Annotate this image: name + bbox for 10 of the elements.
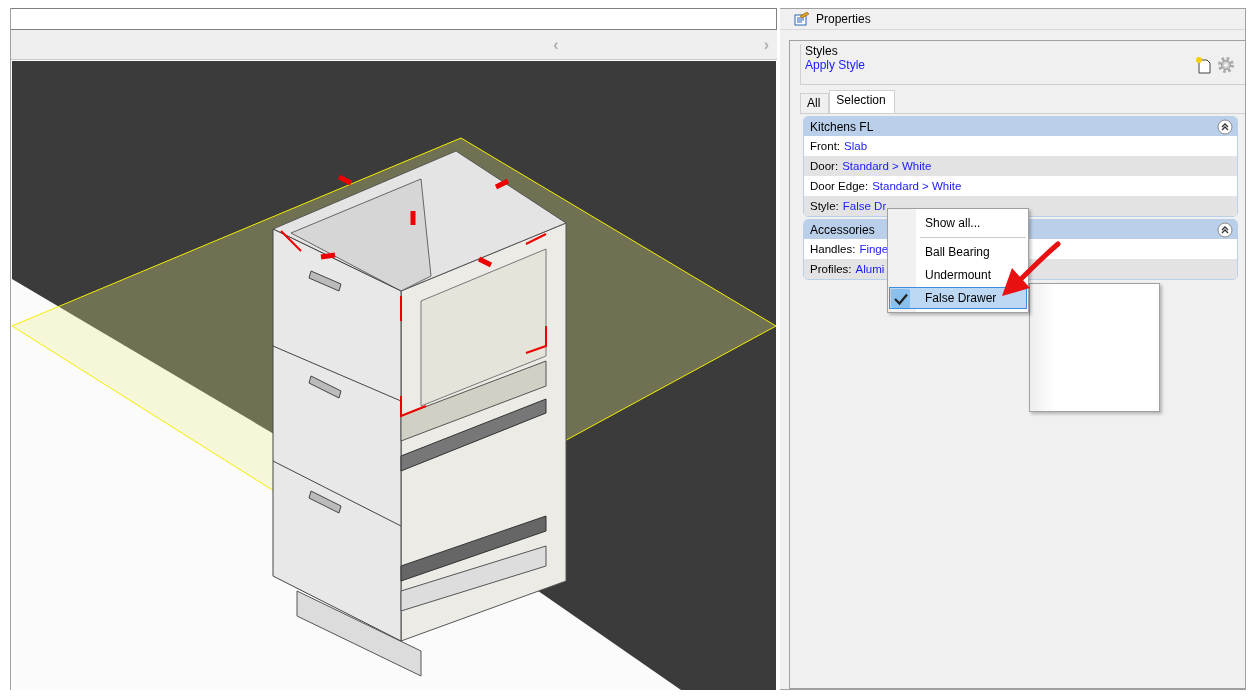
property-label: Door Edge: (810, 180, 869, 192)
property-label: Handles: (810, 243, 856, 255)
panel-title: Properties (816, 12, 871, 26)
styles-legend: Styles (805, 44, 1245, 58)
property-label: Front: (810, 140, 841, 152)
property-label: Profiles: (810, 263, 852, 275)
group-title: Kitchens FL (810, 119, 874, 134)
property-label: Style: (810, 200, 839, 212)
property-label: Door: (810, 160, 839, 172)
group-title: Accessories (810, 222, 875, 237)
